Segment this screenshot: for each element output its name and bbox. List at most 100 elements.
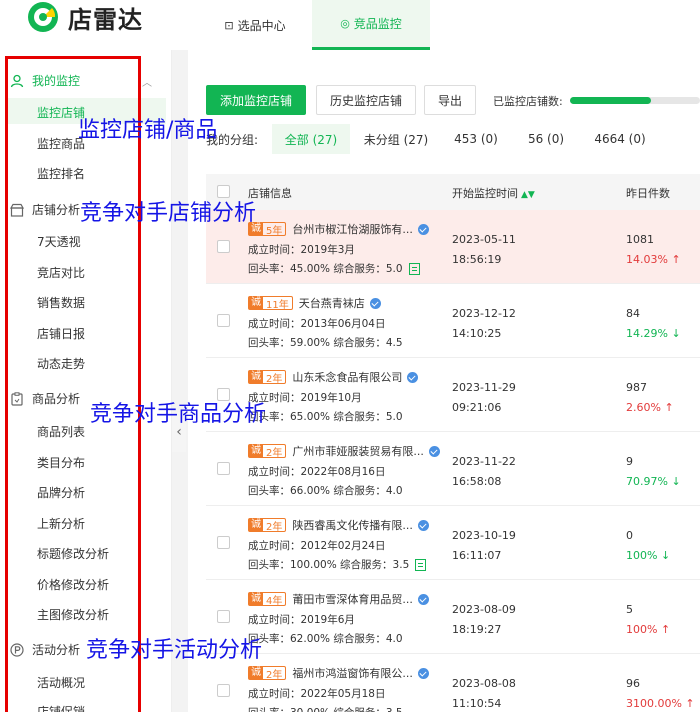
- box-icon: ⊡: [224, 18, 234, 32]
- monitor-start-time: 18:56:19: [452, 253, 502, 266]
- row-checkbox[interactable]: [217, 314, 230, 327]
- table-row[interactable]: 诚 2年 山东禾念食品有限公司成立时间：2019年10月回头率：65.00% 综合服…: [206, 358, 700, 432]
- shop-stats-text: 回头率：45.00% 综合服务：5.0: [248, 263, 403, 275]
- group-tab-56[interactable]: 56 (0): [518, 124, 574, 154]
- row-checkbox[interactable]: [217, 240, 230, 253]
- shop-name-link[interactable]: 山东禾念食品有限公司: [292, 369, 402, 385]
- sidebar-item-product-list[interactable]: 商品列表: [37, 423, 85, 440]
- sidebar-item-image-change[interactable]: 主图修改分析: [37, 606, 109, 623]
- sidebar-item-monitor-ranking[interactable]: 监控排名: [37, 165, 85, 182]
- shop-title-line: 诚 2年 山东禾念食品有限公司: [248, 369, 419, 385]
- sales-change-rate: 100% ↓: [626, 549, 671, 562]
- monitored-count-bar: [570, 97, 700, 104]
- table-row[interactable]: 诚 11年 天台燕青袜店 成立时间：2013年06月04日 回头率：59.00% 综合服…: [206, 284, 700, 358]
- select-all-checkbox[interactable]: [217, 185, 230, 198]
- location-icon: ◎: [340, 17, 350, 30]
- group-tab-all[interactable]: 全部 (27): [272, 124, 350, 154]
- sales-change-rate: 100% ↑: [626, 623, 671, 636]
- sales-change-rate: 14.03% ↑: [626, 253, 681, 266]
- years-badge: 诚 2年: [248, 666, 287, 681]
- group-tab-ungrouped[interactable]: 未分组 (27): [356, 124, 436, 154]
- shop-title-line: 诚 2年 广州市菲娅服装贸易有限...: [248, 443, 440, 459]
- note-icon[interactable]: [415, 559, 427, 571]
- sidebar-item-title-change[interactable]: 标题修改分析: [37, 545, 109, 562]
- note-icon[interactable]: [408, 263, 420, 275]
- tab-label: 选品中心: [237, 18, 286, 33]
- header-yesterday-sales: 昨日件数: [626, 187, 670, 200]
- shop-name-link[interactable]: 莆田市雪深体育用品贸...: [292, 591, 413, 607]
- sidebar: 我的监控 ︿ 监控店铺 监控商品 监控排名 店铺分析 7天透视 竞店对比 销售数…: [0, 50, 172, 712]
- tab-competitor-monitoring[interactable]: ◎ 竞品监控: [312, 0, 430, 50]
- verified-icon: [417, 667, 429, 679]
- sidebar-section-shop-analysis[interactable]: 店铺分析: [10, 201, 80, 218]
- table-header: 店铺信息 开始监控时间 ▲▼ 昨日件数: [206, 174, 700, 210]
- sidebar-item-price-change[interactable]: 价格修改分析: [37, 576, 109, 593]
- table-row[interactable]: 诚 5年 台州市椒江怡湖服饰有... 成立时间：2019年3月 回头率：45.00% 综…: [206, 210, 700, 284]
- monitor-start-time: 09:21:06: [452, 401, 502, 414]
- sidebar-item-monitor-products[interactable]: 监控商品: [37, 135, 85, 152]
- monitor-start-time: 18:19:27: [452, 623, 502, 636]
- main-content: 添加监控店铺 历史监控店铺 导出 已监控店铺数: 我的分组: 全部 (27) 未…: [190, 66, 700, 712]
- row-checkbox[interactable]: [217, 462, 230, 475]
- table-row[interactable]: 诚2年福州市鸿溢窗饰有限公... 成立时间：2022年05月18日回头率：30.0…: [206, 654, 700, 712]
- sidebar-item-7day[interactable]: 7天透视: [37, 233, 81, 250]
- shop-stats: 回头率：62.00% 综合服务：4.0: [248, 631, 403, 646]
- shop-name-link[interactable]: 陕西睿禹文化传播有限...: [292, 517, 413, 533]
- header-start-time[interactable]: 开始监控时间 ▲▼: [452, 185, 535, 201]
- sales-change-rate: 14.29% ↓: [626, 327, 681, 340]
- history-monitor-shop-button[interactable]: 历史监控店铺: [316, 85, 416, 115]
- table-row[interactable]: 诚 4年 莆田市雪深体育用品贸... 成立时间：2019年6月 回头率：62.00% 综…: [206, 580, 700, 654]
- header-start-time-label: 开始监控时间: [452, 187, 518, 200]
- cheng-icon: 诚: [249, 445, 263, 457]
- sidebar-item-new-arrivals[interactable]: 上新分析: [37, 515, 85, 532]
- export-button[interactable]: 导出: [424, 85, 476, 115]
- table-row[interactable]: 诚 2年 广州市菲娅服装贸易有限... 成立时间：2022年08月16日 回头率：66.…: [206, 432, 700, 506]
- shop-name-link[interactable]: 天台燕青袜店: [299, 295, 365, 311]
- years-label: 2年: [266, 373, 283, 385]
- sidebar-item-category[interactable]: 类目分布: [37, 454, 85, 471]
- sidebar-item-shop-compare[interactable]: 竞店对比: [37, 264, 85, 281]
- shop-name-link[interactable]: 台州市椒江怡湖服饰有...: [292, 221, 413, 237]
- shop-name-link[interactable]: 福州市鸿溢窗饰有限公...: [292, 665, 413, 681]
- row-checkbox[interactable]: [217, 536, 230, 549]
- group-tab-4664[interactable]: 4664 (0): [588, 124, 652, 154]
- shop-title-line: 诚 2年 福州市鸿溢窗饰有限公...: [248, 665, 429, 681]
- brand-logo[interactable]: 店雷达: [26, 0, 143, 34]
- monitored-count-fill: [570, 97, 651, 104]
- row-checkbox[interactable]: [217, 684, 230, 697]
- shop-stats-text: 回头率：65.00% 综合服务：5.0: [248, 411, 403, 423]
- chevron-up-icon[interactable]: ︿: [142, 74, 152, 89]
- sidebar-item-trend[interactable]: 动态走势: [37, 355, 85, 372]
- sidebar-section-activity-analysis[interactable]: 活动分析: [10, 641, 80, 658]
- row-checkbox[interactable]: [217, 388, 230, 401]
- shop-founded: 成立时间：2019年10月: [248, 392, 362, 404]
- years-badge: 诚 4年: [248, 592, 287, 607]
- sales-change-rate: 3100.00% ↑: [626, 697, 695, 710]
- shop-title-line: 诚 5年 台州市椒江怡湖服饰有...: [248, 221, 429, 237]
- header-shop-info: 店铺信息: [248, 187, 292, 200]
- sidebar-item-shop-promo[interactable]: 店铺促销: [37, 703, 85, 712]
- shop-founded: 成立时间：2012年02月24日: [248, 540, 386, 552]
- sidebar-section-my-monitor[interactable]: 我的监控: [10, 72, 80, 89]
- sidebar-item-activity-overview[interactable]: 活动概况: [37, 674, 85, 691]
- sidebar-item-shop-daily[interactable]: 店铺日报: [37, 325, 85, 342]
- sidebar-section-product-analysis[interactable]: 商品分析: [10, 390, 80, 407]
- tab-product-selection[interactable]: ⊡ 选品中心: [210, 0, 300, 50]
- brand-logo-icon: [26, 0, 60, 34]
- shop-name-link[interactable]: 广州市菲娅服装贸易有限...: [292, 443, 424, 459]
- row-checkbox[interactable]: [217, 610, 230, 623]
- years-badge: 诚 11年: [248, 296, 293, 311]
- sidebar-item-monitor-shops[interactable]: 监控店铺: [37, 104, 85, 121]
- cheng-icon: 诚: [249, 223, 263, 235]
- group-tab-453[interactable]: 453 (0): [446, 124, 506, 154]
- years-badge: 诚 2年: [248, 518, 287, 533]
- table-row[interactable]: 诚 2年 陕西睿禹文化传播有限... 成立时间：2012年02月24日 回头率：100.…: [206, 506, 700, 580]
- sort-icon[interactable]: ▲▼: [521, 190, 535, 200]
- sidebar-item-sales-data[interactable]: 销售数据: [37, 294, 85, 311]
- shop-founded: 成立时间：2013年06月04日: [248, 318, 386, 330]
- add-monitor-shop-button[interactable]: 添加监控店铺: [206, 85, 306, 115]
- sidebar-item-brand[interactable]: 品牌分析: [37, 484, 85, 501]
- collapse-sidebar-chevron-left-icon[interactable]: ‹: [172, 412, 186, 452]
- yesterday-sales-count: 96: [626, 677, 640, 690]
- p-circle-icon: [10, 642, 24, 657]
